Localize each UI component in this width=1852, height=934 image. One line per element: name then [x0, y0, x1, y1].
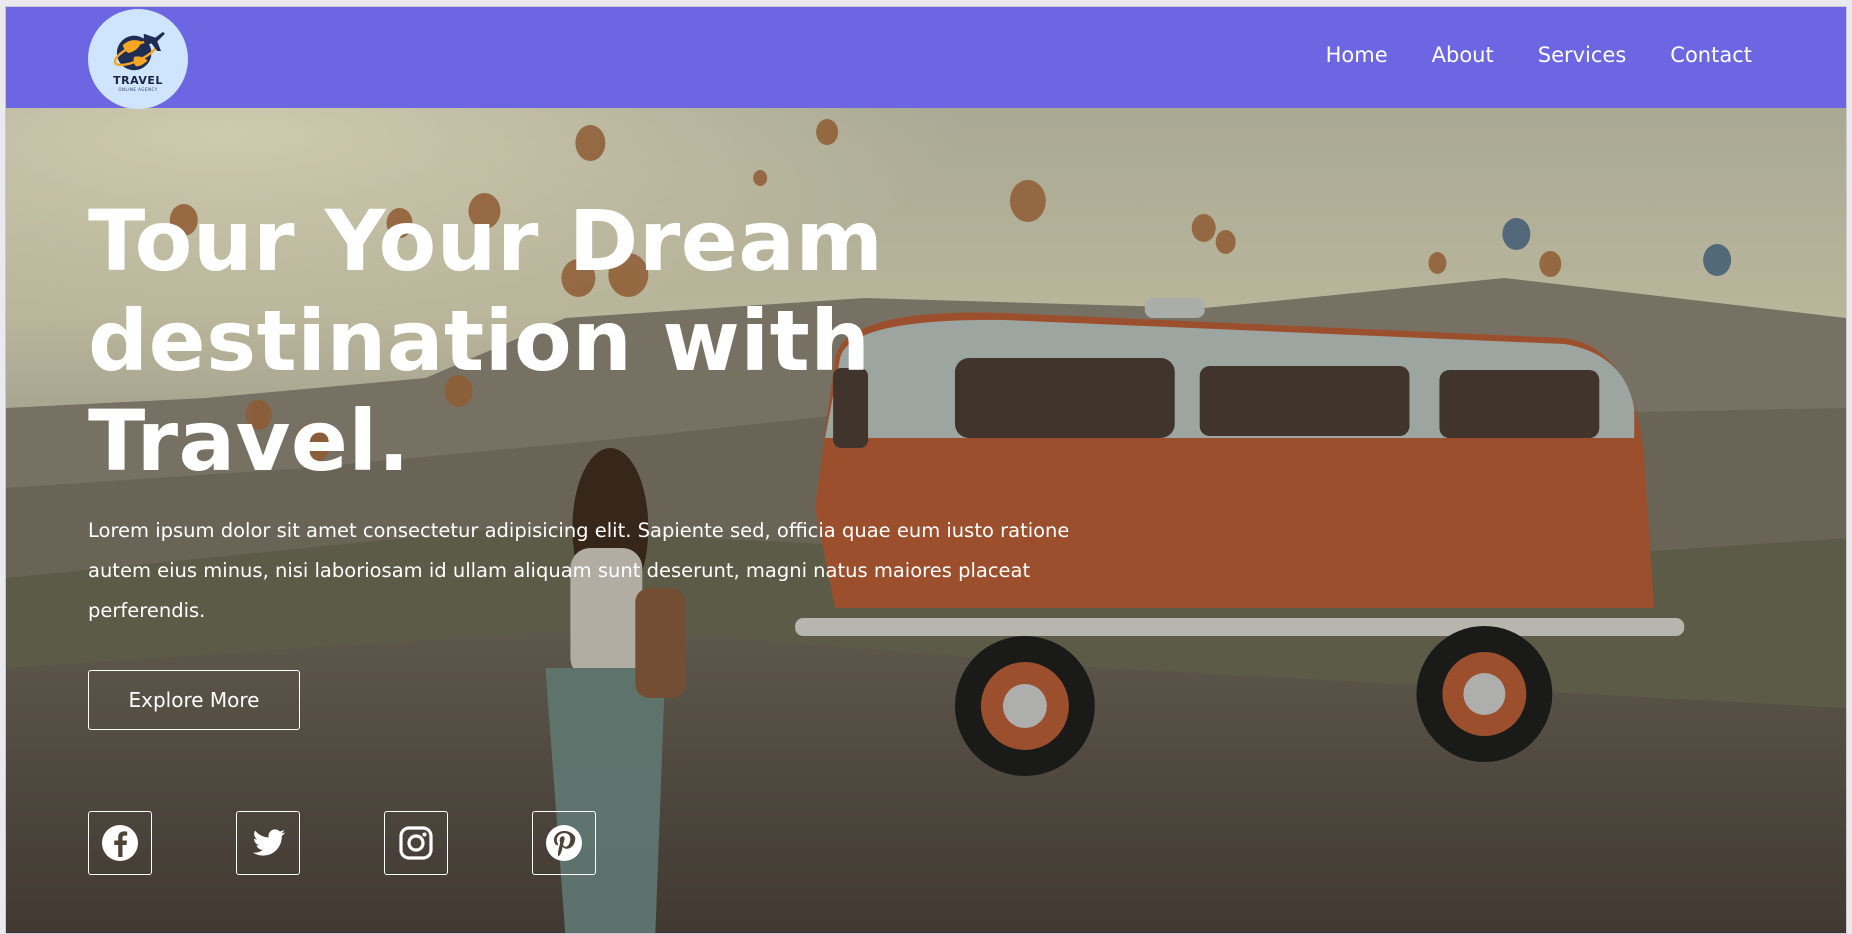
- browser-viewport: TRAVEL ONLINE AGENCY Home About Services…: [5, 6, 1847, 934]
- nav-item-home[interactable]: Home: [1326, 43, 1388, 67]
- instagram-link[interactable]: [384, 811, 448, 875]
- nav-item-about[interactable]: About: [1432, 43, 1494, 67]
- pinterest-link[interactable]: [532, 811, 596, 875]
- main-nav: Home About Services Contact: [1326, 43, 1752, 67]
- nav-item-services[interactable]: Services: [1538, 43, 1627, 67]
- pinterest-icon: [546, 825, 582, 861]
- hero-paragraph: Lorem ipsum dolor sit amet consectetur a…: [88, 519, 1070, 622]
- twitter-icon: [252, 829, 286, 856]
- nav-item-contact[interactable]: Contact: [1670, 43, 1752, 67]
- hero-title-line-2: destination with: [88, 292, 871, 390]
- facebook-icon: [102, 825, 138, 861]
- hero-title-line-1: Tour Your Dream: [88, 192, 884, 290]
- hero-title-line-3: Travel.: [88, 392, 411, 490]
- facebook-link[interactable]: [88, 811, 152, 875]
- logo-title: TRAVEL: [113, 74, 163, 87]
- site-logo[interactable]: TRAVEL ONLINE AGENCY: [88, 9, 188, 109]
- hero-section: Tour Your Dream destination with Travel.…: [6, 108, 1846, 933]
- explore-more-button[interactable]: Explore More: [88, 670, 300, 730]
- hero-title: Tour Your Dream destination with Travel.: [88, 191, 888, 491]
- site-header: TRAVEL ONLINE AGENCY Home About Services…: [6, 7, 1846, 109]
- logo-subtitle: ONLINE AGENCY: [118, 87, 158, 92]
- twitter-link[interactable]: [236, 811, 300, 875]
- instagram-icon: [399, 826, 433, 860]
- globe-plane-icon: [113, 31, 165, 71]
